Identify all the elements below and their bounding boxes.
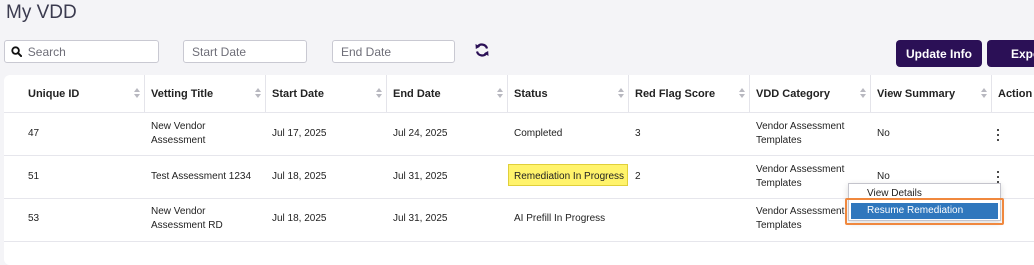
column-header-vdd-category[interactable]: VDD Category bbox=[750, 75, 871, 112]
cell-start-date: Jul 18, 2025 bbox=[272, 213, 327, 224]
kebab-menu-icon[interactable] bbox=[995, 171, 1001, 183]
sort-icon bbox=[255, 88, 261, 98]
sort-icon bbox=[618, 88, 624, 98]
cell-vdd-category: Vendor Assessment Templates bbox=[756, 121, 845, 146]
cell-end-date: Jul 24, 2025 bbox=[393, 128, 448, 139]
sort-icon bbox=[981, 88, 987, 98]
sort-icon bbox=[860, 88, 866, 98]
cell-vdd-category: Vendor Assessment Templates bbox=[756, 164, 845, 189]
highlight-outline bbox=[845, 198, 1004, 225]
sort-icon bbox=[497, 88, 503, 98]
cell-unique-id: 53 bbox=[28, 213, 40, 224]
cell-status: Remediation In Progress bbox=[514, 171, 625, 182]
cell-start-date: Jul 18, 2025 bbox=[272, 171, 327, 182]
update-info-button[interactable]: Update Info bbox=[896, 40, 982, 67]
cell-view-summary[interactable]: No bbox=[877, 170, 890, 184]
column-header-action: Action bbox=[998, 87, 1033, 100]
end-date-field[interactable] bbox=[332, 40, 455, 63]
search-icon bbox=[11, 46, 24, 57]
column-header-unique-id[interactable]: Unique ID bbox=[4, 75, 145, 112]
sort-icon bbox=[376, 88, 382, 98]
cell-status: AI Prefill In Progress bbox=[514, 213, 606, 224]
refresh-icon bbox=[475, 43, 489, 57]
column-header-vetting-title[interactable]: Vetting Title bbox=[145, 75, 266, 112]
column-header-start-date[interactable]: Start Date bbox=[266, 75, 387, 112]
cell-view-summary[interactable]: No bbox=[877, 127, 890, 141]
refresh-button[interactable] bbox=[472, 40, 492, 60]
column-header-red-flag-score[interactable]: Red Flag Score bbox=[629, 75, 750, 112]
cell-end-date: Jul 31, 2025 bbox=[393, 171, 448, 182]
cell-end-date: Jul 31, 2025 bbox=[393, 213, 448, 224]
column-header-status[interactable]: Status bbox=[508, 75, 629, 112]
column-header-end-date[interactable]: End Date bbox=[387, 75, 508, 112]
cell-vetting-title[interactable]: Test Assessment 1234 bbox=[151, 170, 251, 184]
cell-vetting-title[interactable]: New Vendor Assessment RD bbox=[151, 205, 223, 233]
row-divider bbox=[4, 155, 1034, 156]
cell-vdd-category: Vendor Assessment Templates bbox=[756, 206, 845, 231]
start-date-field[interactable] bbox=[183, 40, 307, 63]
search-field[interactable] bbox=[4, 40, 159, 63]
header-divider bbox=[4, 112, 1034, 113]
row-divider bbox=[4, 241, 1034, 242]
cell-unique-id: 51 bbox=[28, 171, 40, 182]
cell-red-flag-score: 3 bbox=[635, 128, 641, 139]
kebab-menu-icon[interactable] bbox=[995, 129, 1001, 141]
start-date-input[interactable] bbox=[184, 41, 306, 62]
cell-unique-id: 47 bbox=[28, 128, 40, 139]
end-date-input[interactable] bbox=[333, 41, 454, 62]
search-input[interactable] bbox=[23, 41, 158, 62]
sort-icon bbox=[134, 88, 140, 98]
export-button[interactable]: Expo bbox=[987, 40, 1034, 67]
cell-vetting-title[interactable]: New Vendor Assessment bbox=[151, 120, 205, 148]
cell-status: Completed bbox=[514, 128, 563, 139]
cell-start-date: Jul 17, 2025 bbox=[272, 128, 327, 139]
vdd-table: Unique ID Vetting Title Start Date End D… bbox=[4, 75, 1034, 265]
cell-red-flag-score: 2 bbox=[635, 171, 641, 182]
sort-icon bbox=[739, 88, 745, 98]
column-header-view-summary[interactable]: View Summary bbox=[871, 75, 992, 112]
page-title: My VDD bbox=[6, 2, 77, 23]
